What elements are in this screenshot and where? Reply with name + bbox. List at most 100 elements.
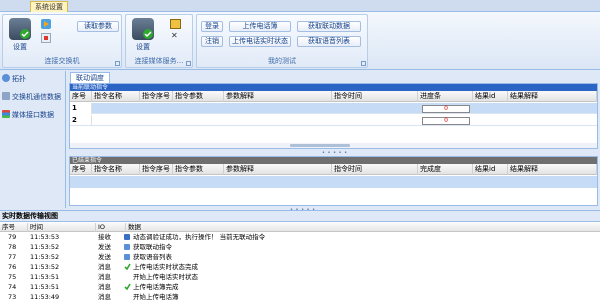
- column-header[interactable]: IO: [96, 223, 126, 232]
- group-label-switch: 连接交换机: [44, 57, 80, 65]
- log-time: 11:53:51: [30, 273, 60, 281]
- horizontal-scrollbar[interactable]: [70, 143, 597, 148]
- column-header[interactable]: 指令参数: [173, 164, 224, 175]
- column-header[interactable]: 指令序号: [140, 164, 173, 175]
- log-time: 11:53:52: [30, 243, 60, 251]
- dialog-launcher-icon[interactable]: [186, 61, 191, 66]
- empty-selection-row: [70, 176, 597, 188]
- log-row[interactable]: 77 11:53:52 发送 获取语音列表: [0, 253, 600, 262]
- group-label-test: 我的测试: [268, 57, 296, 65]
- column-header[interactable]: 指令时间: [332, 164, 418, 175]
- log-io: 发送: [98, 243, 111, 251]
- ribbon-group-switch: 设置 读取参数 连接交换机: [2, 14, 122, 68]
- login-button[interactable]: 登录: [201, 21, 223, 32]
- log-time: 11:53:49: [30, 293, 60, 301]
- log-time: 11:53:53: [30, 233, 60, 241]
- log-message: 开始上传电话实时状态: [133, 273, 198, 281]
- log-io: 消息: [98, 283, 111, 291]
- switch-setup-button[interactable]: 设置: [8, 43, 32, 52]
- log-row[interactable]: 79 11:53:53 接收 动态调验证成功，执行操作！ 当前无联动指令: [0, 233, 600, 242]
- column-header[interactable]: 指令时间: [332, 91, 418, 102]
- column-header[interactable]: 结果解释: [508, 164, 597, 175]
- log-message: 开始上传电话簿: [133, 293, 179, 301]
- column-header[interactable]: 完成度: [418, 164, 473, 175]
- column-header[interactable]: 进度条: [418, 91, 473, 102]
- log-message: 获取语音列表: [133, 253, 172, 261]
- ribbon-tab-bar: 系统设置: [0, 0, 600, 12]
- log-row[interactable]: 76 11:53:52 消息 上传电话实时状态完成: [0, 263, 600, 272]
- log-seq: 77: [8, 253, 17, 261]
- log-message: 动态调验证成功，执行操作！ 当前无联动指令: [133, 233, 266, 241]
- column-header[interactable]: 序号: [70, 164, 92, 175]
- sidebar: 拓扑 交换机通信数据 媒体接口数据: [0, 71, 66, 208]
- log-row[interactable]: 73 11:53:49 消息 开始上传电话簿: [0, 293, 600, 302]
- film-icon[interactable]: [170, 19, 181, 29]
- check-icon: [124, 283, 131, 291]
- log-message: 上传电话实时状态完成: [133, 263, 198, 271]
- group-label-media: 连接媒体服务...: [134, 57, 184, 65]
- column-header[interactable]: 数据: [126, 223, 600, 232]
- column-header[interactable]: 指令名称: [92, 164, 140, 175]
- ribbon-group-media: 设置 ✕ 连接媒体服务...: [125, 14, 193, 68]
- progress-field: 0: [422, 117, 470, 125]
- dialog-launcher-icon[interactable]: [361, 61, 366, 66]
- column-header[interactable]: 结果id: [473, 91, 508, 102]
- media-icon: [2, 110, 10, 118]
- table-row[interactable]: 2 0: [70, 115, 597, 126]
- log-row[interactable]: 75 11:53:51 消息 开始上传电话实时状态: [0, 273, 600, 282]
- log-row[interactable]: 74 11:53:51 消息 上传电话簿完成: [0, 283, 600, 292]
- column-header[interactable]: 时间: [28, 223, 96, 232]
- ribbon: 设置 读取参数 连接交换机 设置 ✕ 连接媒体服务... 登录 注销 上传电话簿…: [0, 12, 600, 70]
- get-linkage-button[interactable]: 获取联动数据: [297, 21, 361, 32]
- database-settings-icon[interactable]: [9, 18, 31, 40]
- log-seq: 78: [8, 243, 17, 251]
- log-seq: 76: [8, 263, 17, 271]
- column-header[interactable]: 序号: [70, 91, 92, 102]
- log-data: 开始上传电话簿: [124, 293, 179, 302]
- tools-icon[interactable]: ✕: [171, 32, 181, 40]
- log-row[interactable]: 78 11:53:52 发送 获取联动指令: [0, 243, 600, 252]
- tab-linkage-dispatch[interactable]: 联动调度: [70, 72, 110, 83]
- log-grid-header: 序号 时间 IO 数据: [0, 223, 600, 232]
- read-params-button[interactable]: 读取参数: [77, 21, 119, 32]
- logout-button[interactable]: 注销: [201, 36, 223, 47]
- progress-field: 0: [422, 105, 470, 113]
- current-panel-title: 当前联动指令: [70, 84, 597, 91]
- table-row[interactable]: 1 0: [70, 103, 597, 114]
- sidebar-item-topology[interactable]: 拓扑: [2, 73, 66, 85]
- send-icon: [124, 254, 130, 260]
- media-database-icon[interactable]: [132, 18, 154, 40]
- column-header[interactable]: 参数解释: [224, 164, 332, 175]
- column-header[interactable]: 结果解释: [508, 91, 597, 102]
- log-io: 接收: [98, 233, 111, 241]
- tab-system-settings[interactable]: 系统设置: [30, 1, 68, 12]
- dialog-launcher-icon[interactable]: [115, 61, 120, 66]
- log-data: 获取联动指令: [124, 243, 172, 252]
- upload-call-status-button[interactable]: 上传电话实时状态: [229, 36, 291, 47]
- check-icon: [124, 263, 131, 271]
- column-header[interactable]: 指令序号: [140, 91, 173, 102]
- main-area: 联动调度 当前联动指令 序号 指令名称 指令序号 指令参数 参数解释 指令时间 …: [67, 71, 600, 208]
- log-data: 上传电话簿完成: [124, 283, 179, 292]
- scrollbar-thumb[interactable]: [290, 144, 350, 147]
- column-header[interactable]: 指令名称: [92, 91, 140, 102]
- log-seq: 79: [8, 233, 17, 241]
- log-message: 获取联动指令: [133, 243, 172, 251]
- sidebar-item-switch-data[interactable]: 交换机通信数据: [2, 91, 66, 103]
- log-time: 11:53:52: [30, 263, 60, 271]
- play-icon[interactable]: [41, 19, 51, 29]
- log-data: 上传电话实时状态完成: [124, 263, 198, 272]
- column-header[interactable]: 序号: [0, 223, 28, 232]
- sidebar-item-media-data[interactable]: 媒体接口数据: [2, 109, 66, 121]
- upload-call-button[interactable]: 上传电话簿: [229, 21, 291, 32]
- column-header[interactable]: 结果id: [473, 164, 508, 175]
- stop-icon[interactable]: [41, 33, 51, 43]
- media-setup-button[interactable]: 设置: [131, 43, 155, 52]
- log-seq: 75: [8, 273, 17, 281]
- column-header[interactable]: 指令参数: [173, 91, 224, 102]
- current-grid-header: 序号 指令名称 指令序号 指令参数 参数解释 指令时间 进度条 结果id 结果解…: [70, 91, 597, 102]
- column-header[interactable]: 参数解释: [224, 91, 332, 102]
- log-data: 动态调验证成功，执行操作！ 当前无联动指令: [124, 233, 265, 242]
- get-voice-list-button[interactable]: 获取语音列表: [297, 36, 361, 47]
- realtime-log-panel: 实时数据传输视图 序号 时间 IO 数据 79 11:53:53 接收 动态调验证成功…: [0, 210, 600, 304]
